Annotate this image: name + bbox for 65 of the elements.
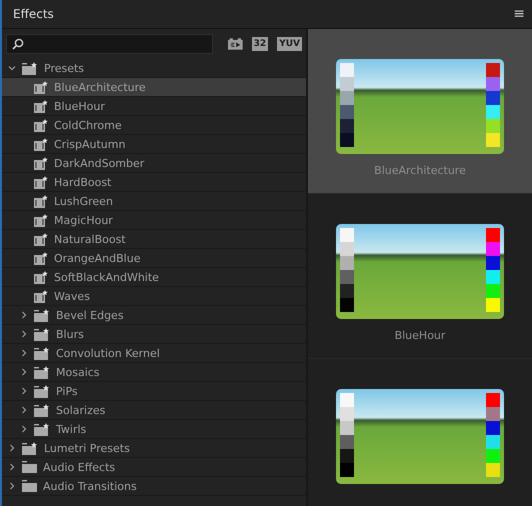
folder-star-icon: [34, 328, 50, 340]
chevron-right-icon[interactable]: [8, 482, 16, 490]
preset-clip-icon: [34, 214, 48, 226]
preset-clip-icon: [34, 270, 48, 284]
tree-item[interactable]: Presets: [2, 59, 306, 78]
panel-title: Effects: [13, 7, 54, 21]
preset-clip-icon: [34, 290, 48, 302]
folder-star-icon: [22, 62, 38, 74]
chevron-right-icon[interactable]: [20, 311, 28, 319]
tree-item[interactable]: CrispAutumn: [2, 135, 306, 154]
accelerated-effects-icon[interactable]: [228, 37, 243, 51]
chevron-right-icon[interactable]: [8, 444, 16, 452]
folder-star-icon: [34, 384, 50, 398]
folder-star-icon: [22, 442, 38, 454]
tree-item[interactable]: Audio Effects: [2, 458, 306, 477]
tree-item[interactable]: MagicHour: [2, 211, 306, 230]
folder-star-icon: [34, 422, 50, 436]
preset-clip-icon: [34, 118, 48, 132]
chevron-right-icon[interactable]: [20, 406, 28, 414]
tree-item[interactable]: ColdChrome: [2, 116, 306, 135]
tree-item[interactable]: Blurs: [2, 325, 306, 344]
chevron-right-icon[interactable]: [20, 330, 28, 338]
tree-item[interactable]: Convolution Kernel: [2, 344, 306, 363]
tree-item[interactable]: BlueArchitecture: [2, 78, 306, 97]
preset-clip-icon: [34, 176, 48, 188]
tree-item[interactable]: OrangeAndBlue: [2, 249, 306, 268]
tree-item[interactable]: Lumetri Presets: [2, 439, 306, 458]
tree-item[interactable]: Waves: [2, 287, 306, 306]
search-field[interactable]: [6, 34, 213, 54]
folder-icon: [22, 461, 37, 473]
folder-star-icon: [34, 346, 50, 360]
tree-item[interactable]: NaturalBoost: [2, 230, 306, 249]
preset-clip-icon: [34, 138, 48, 150]
tree-item[interactable]: Mosaics: [2, 363, 306, 382]
preset-clip-icon: [34, 156, 48, 170]
chevron-right-icon[interactable]: [20, 368, 28, 376]
folder-star-icon: [34, 308, 50, 322]
chevron-down-icon[interactable]: [8, 64, 16, 72]
preview-label: BlueHour: [394, 329, 446, 342]
folder-star-icon: [34, 404, 50, 416]
preview-label: BlueArchitecture: [374, 164, 466, 177]
preset-clip-icon: [34, 100, 48, 112]
preset-clip-icon: [34, 232, 48, 246]
tree-item[interactable]: PiPs: [2, 382, 306, 401]
tree-item[interactable]: Bevel Edges: [2, 306, 306, 325]
tree-item[interactable]: Solarizes: [2, 401, 306, 420]
tree-item[interactable]: HardBoost: [2, 173, 306, 192]
tree-item[interactable]: SoftBlackAndWhite: [2, 268, 306, 287]
tree-item[interactable]: DarkAndSomber: [2, 154, 306, 173]
search-icon: [12, 38, 24, 50]
tree-item[interactable]: LushGreen: [2, 192, 306, 211]
tree-item[interactable]: Twirls: [2, 420, 306, 439]
tree-item[interactable]: BlueHour: [2, 97, 306, 116]
folder-icon: [22, 480, 37, 492]
preset-clip-icon: [34, 80, 48, 94]
preset-clip-icon: [34, 194, 48, 208]
yuv-button[interactable]: YUV: [277, 37, 302, 51]
chevron-right-icon[interactable]: [20, 425, 28, 433]
folder-star-icon: [34, 366, 50, 378]
preset-clip-icon: [34, 252, 48, 264]
chevron-right-icon[interactable]: [8, 463, 16, 471]
chevron-right-icon[interactable]: [20, 349, 28, 357]
bit-depth-button[interactable]: 32: [252, 37, 268, 51]
chevron-right-icon[interactable]: [20, 387, 28, 395]
tree-item[interactable]: Audio Transitions: [2, 477, 306, 496]
